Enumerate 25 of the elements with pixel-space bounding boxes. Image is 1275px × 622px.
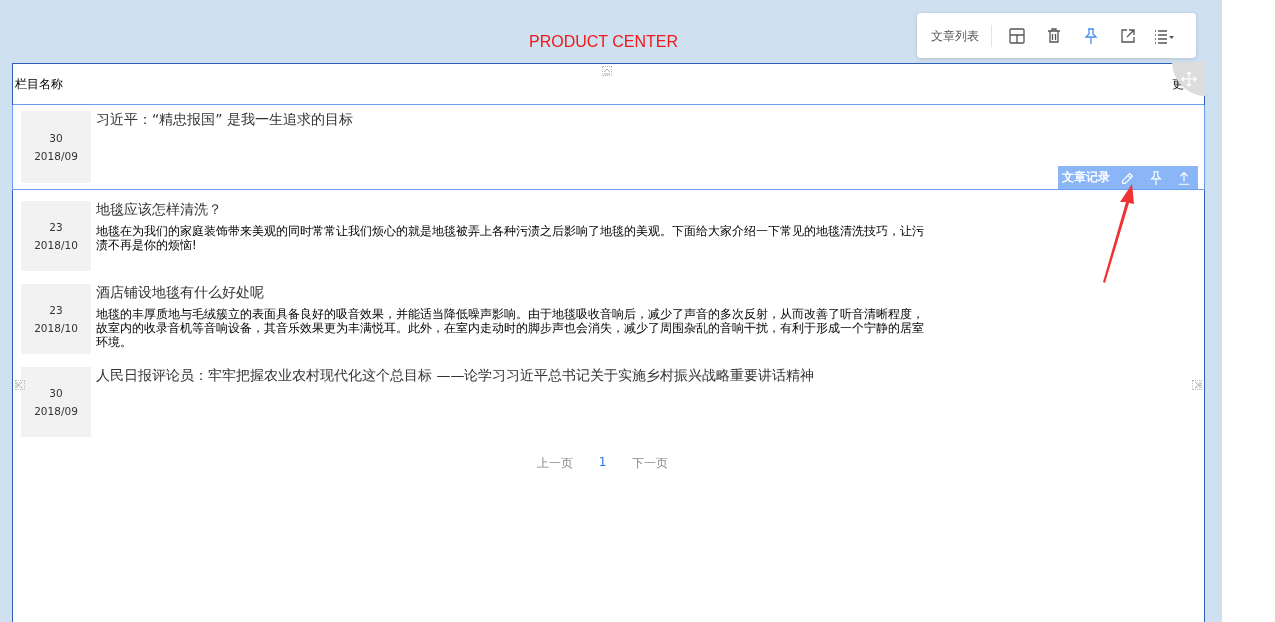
date-month: 2018/09 — [34, 150, 78, 162]
date-month: 2018/09 — [34, 405, 78, 417]
article-title[interactable]: 地毯应该怎样清洗？ — [96, 201, 926, 218]
article-summary: 地毯在为我们的家庭装饰带来美观的同时常常让我们烦心的就是地毯被弄上各种污渍之后影响了地毯的美观。下面给大家介绍一下常见的地毯清洗技巧，让污渍不再是你的烦恼! — [96, 224, 925, 252]
date-day: 23 — [49, 221, 63, 233]
date-day: 30 — [49, 132, 63, 144]
date-month: 2018/10 — [34, 239, 78, 251]
article-title[interactable]: 习近平：“精忠报国” 是我一生追求的目标 — [96, 111, 353, 128]
page-link[interactable]: 1 — [598, 455, 607, 472]
article-list-label[interactable]: 文章列表 — [931, 24, 992, 47]
article-title[interactable]: 酒店铺设地毯有什么好处呢 — [96, 284, 926, 301]
prev-page-link[interactable]: 上一页 — [536, 455, 573, 472]
article-summary: 地毯的丰厚质地与毛绒簇立的表面具备良好的吸音效果，并能适当降低噪声影响。由于地毯吸收音响后，减少了声音的多次反射，从而改善了听音清晰程度，故室内的收录音机等音响设备，其音乐效果更为丰满悦耳。此外，在室内走动时的脚步声也会消失，减少了周围杂乱的音响干扰，有利于形成一个宁静的居室环境。 — [96, 307, 925, 349]
date-month: 2018/10 — [34, 322, 78, 334]
next-page-link[interactable]: 下一页 — [632, 455, 669, 472]
section-subtitle: PRODUCT CENTER — [528, 33, 678, 51]
date-day: 30 — [49, 387, 63, 399]
collapse-up-icon[interactable] — [602, 66, 612, 76]
article-title[interactable]: 人民日报评论员：牢牢把握农业农村现代化这个总目标 ——论学习习近平总书记关于实施乡村振兴战略重要讲话精神 — [96, 367, 815, 384]
article-row[interactable]: 30 2018/09 习近平：“精忠报国” 是我一生追求的目标 文章记录 — [12, 105, 1205, 190]
date-day: 23 — [49, 304, 63, 316]
article-row[interactable]: 23 2018/10 酒店铺设地毯有什么好处呢 地毯的丰厚质地与毛绒簇立的表面具备良好的吸音效果，并能适当降低噪声影响。由于地毯吸收音响后，减少了声音的多次反射，从而改善了听音清晰程度，故室内的收录音机等音响设备，其音乐效果更为丰满悦耳。此外，在室内走动时的脚步声也会消失，减少了周围杂乱的音响干扰，有利于形成一个宁静的居室环境。 — [13, 277, 1204, 361]
column-title: 栏目名称 — [15, 75, 63, 93]
article-row[interactable]: 23 2018/10 地毯应该怎样清洗？ 地毯在为我们的家庭装饰带来美观的同时常常让我们烦心的就是地毯被弄上各种污渍之后影响了地毯的美观。下面给大家介绍一下常见的地毯清洗技巧，让污渍不再是你的烦恼! — [13, 194, 1204, 278]
article-row[interactable]: 30 2018/09 人民日报评论员：牢牢把握农业农村现代化这个总目标 ——论学习习近平总书记关于实施乡村振兴战略重要讲话精神 — [13, 360, 1204, 444]
